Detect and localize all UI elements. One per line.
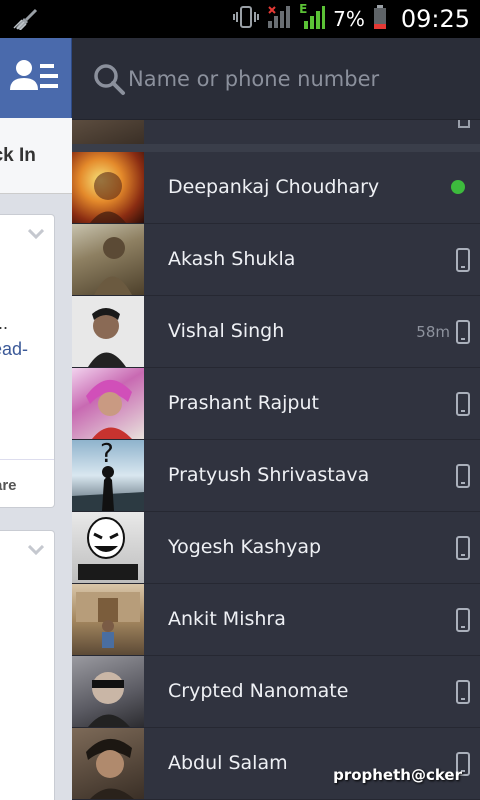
check-in-label: eck In (0, 145, 36, 166)
mobile-icon (456, 248, 470, 272)
avatar (72, 152, 144, 223)
mobile-icon (456, 464, 470, 488)
mobile-icon (456, 608, 470, 632)
avatar (72, 224, 144, 295)
friend-row[interactable]: Prashant Rajput (72, 368, 480, 440)
svg-text:?: ? (100, 440, 114, 469)
chevron-down-icon[interactable] (28, 545, 44, 555)
clock: 09:25 (400, 5, 470, 33)
feed-card (0, 530, 55, 800)
mobile-icon (456, 392, 470, 416)
vibrate-icon (233, 4, 260, 34)
avatar (72, 512, 144, 583)
friend-name: Prashant Rajput (168, 392, 319, 414)
avatar (72, 368, 144, 439)
watermark: propheth@cker (333, 766, 462, 784)
divider (72, 144, 480, 152)
friend-name: Crypted Nanomate (168, 680, 349, 702)
last-seen-time: 58m (416, 323, 450, 341)
network-type-label: E (299, 2, 308, 16)
avatar (72, 296, 144, 367)
friends-icon (10, 60, 58, 90)
search-input[interactable] (128, 62, 458, 96)
feed-card: .. ead- are (0, 214, 55, 508)
avatar: ? (72, 440, 144, 511)
signal-bars-icon (267, 5, 291, 33)
search-bar (72, 38, 480, 120)
battery-percent: 7% (333, 7, 365, 31)
card-text: .. (0, 313, 9, 333)
friend-row[interactable]: Akash Shukla (72, 224, 480, 296)
card-link[interactable]: ead- (0, 339, 28, 360)
share-button[interactable]: are (0, 477, 17, 494)
battery-icon (373, 4, 387, 34)
mobile-icon (458, 120, 470, 128)
friend-name: Ankit Mishra (168, 608, 286, 630)
friend-name: Akash Shukla (168, 248, 296, 270)
avatar (72, 120, 144, 144)
friend-row[interactable]: Abdul Salam (72, 728, 480, 800)
broom-icon (12, 8, 40, 31)
friend-name: Yogesh Kashyap (168, 536, 322, 558)
list-item[interactable] (72, 120, 480, 144)
background-news-feed: eck In .. ead- are (0, 38, 72, 800)
avatar (72, 728, 144, 799)
friend-row[interactable]: Ankit Mishra (72, 584, 480, 656)
avatar (72, 656, 144, 727)
friend-name: Vishal Singh (168, 320, 285, 342)
friend-row[interactable]: Crypted Nanomate (72, 656, 480, 728)
mobile-icon (456, 320, 470, 344)
friend-row[interactable]: ? Pratyush Shrivastava (72, 440, 480, 512)
chat-sidebar: Deepankaj Choudhary Akash Shukla Vishal … (72, 38, 480, 800)
friend-name: Deepankaj Choudhary (168, 176, 380, 198)
friend-list: Deepankaj Choudhary Akash Shukla Vishal … (72, 152, 480, 800)
status-bar: E 7% 09:25 (0, 0, 480, 38)
divider (0, 459, 54, 460)
friend-row[interactable]: Vishal Singh 58m (72, 296, 480, 368)
friend-row[interactable]: Deepankaj Choudhary (72, 152, 480, 224)
data-signal-icon: E (299, 2, 326, 34)
friends-chat-button[interactable] (0, 38, 72, 118)
online-status-icon (451, 180, 465, 194)
mobile-icon (456, 680, 470, 704)
friend-name: Abdul Salam (168, 752, 288, 774)
search-icon (94, 64, 125, 95)
avatar (72, 584, 144, 655)
friend-row[interactable]: Yogesh Kashyap (72, 512, 480, 584)
chevron-down-icon[interactable] (28, 229, 44, 239)
mobile-icon (456, 536, 470, 560)
friend-name: Pratyush Shrivastava (168, 464, 370, 486)
